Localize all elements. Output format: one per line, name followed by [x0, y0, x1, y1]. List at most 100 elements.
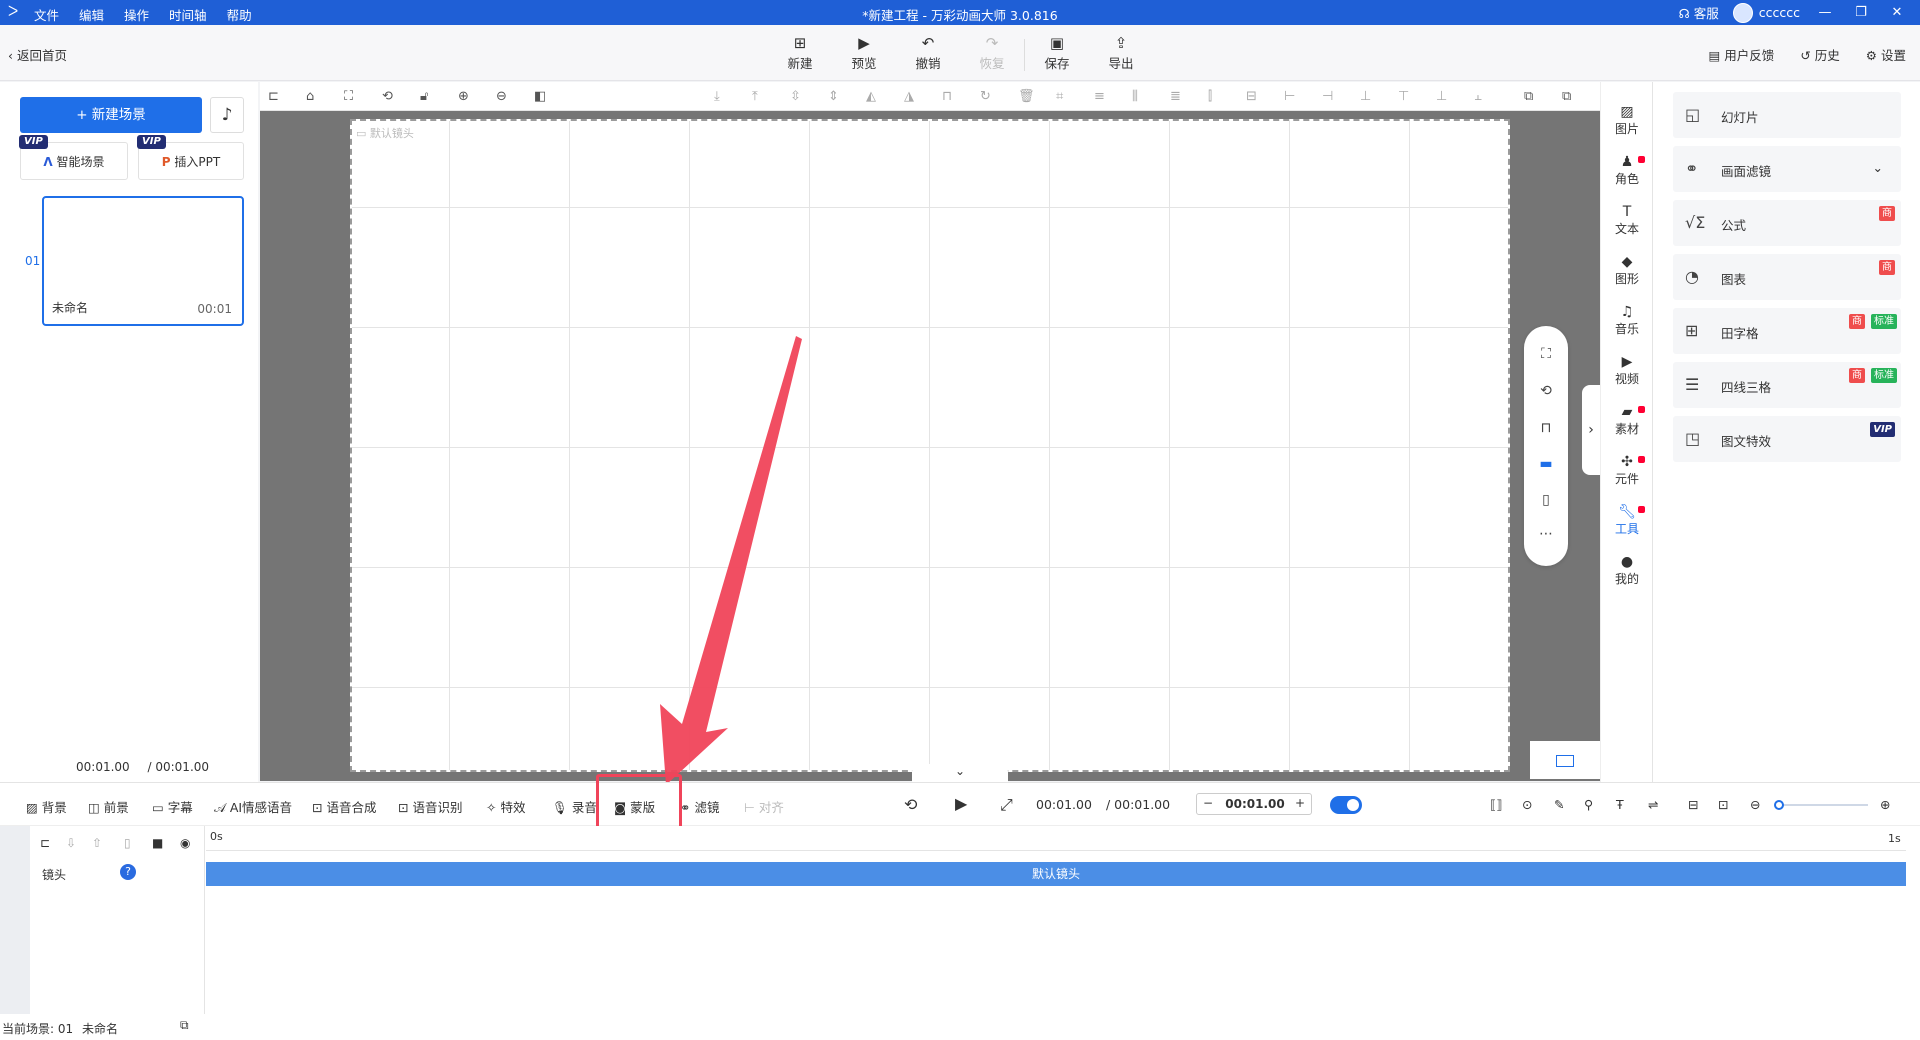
save-button[interactable]: ▣ 保存: [1025, 33, 1089, 72]
dist-right-icon[interactable]: ⊣: [1322, 89, 1333, 104]
copy-icon[interactable]: ⧉: [1524, 89, 1533, 104]
lock-icon[interactable]: ■: [152, 836, 163, 850]
zoom-in-icon[interactable]: ⊕: [458, 89, 469, 104]
panel-collapse-button[interactable]: ›: [1582, 385, 1600, 475]
edit-icon[interactable]: ✎: [1554, 797, 1564, 812]
timeline-zoom-slider[interactable]: [1774, 800, 1868, 810]
rotate-icon[interactable]: ⟲: [1524, 383, 1568, 399]
space-h-icon[interactable]: ⫿: [1208, 89, 1212, 104]
user-menu[interactable]: cccccc: [1732, 2, 1800, 23]
move-down-icon[interactable]: ⇩: [66, 836, 76, 850]
foreground-button[interactable]: ◫ 前景: [88, 797, 129, 816]
align-bottom-icon[interactable]: ⤓: [714, 89, 720, 104]
fullscreen-icon[interactable]: ⤢: [1000, 795, 1013, 815]
feedback-button[interactable]: ▤ 用户反馈: [1708, 45, 1774, 64]
reset-icon[interactable]: ↻: [980, 89, 991, 104]
desktop-icon[interactable]: ▬: [1524, 456, 1568, 472]
more-icon[interactable]: ⋯: [1524, 526, 1568, 542]
fit-icon[interactable]: ⛶: [1524, 346, 1568, 362]
crop-icon[interactable]: ⌗: [1056, 89, 1063, 104]
settings-button[interactable]: ⚙ 设置: [1866, 45, 1906, 64]
align-middle-icon[interactable]: ⇳: [790, 89, 801, 104]
nav-video[interactable]: ▶ 视频: [1601, 354, 1653, 387]
replay-icon[interactable]: ⟲: [904, 795, 917, 814]
lock-icon[interactable]: 🔓︎: [420, 89, 428, 104]
dist-center-icon[interactable]: ⊥: [1360, 89, 1371, 104]
align-left-icon[interactable]: ≡: [1094, 89, 1105, 104]
dist-top-icon[interactable]: ⊤: [1398, 89, 1409, 104]
nav-text[interactable]: T 文本: [1601, 204, 1653, 237]
slider-knob[interactable]: [1774, 800, 1784, 810]
copy-icon[interactable]: ⧉: [180, 1018, 189, 1033]
minimap[interactable]: [1530, 741, 1600, 779]
ai-voice-button[interactable]: 𝒜 AI情感语音: [214, 797, 292, 816]
distribute-icon[interactable]: ⇕: [828, 89, 839, 104]
duration-stepper[interactable]: − 00:01.00 +: [1196, 793, 1312, 815]
zoom-out-icon[interactable]: ⊖: [496, 89, 507, 104]
scene-thumbnail[interactable]: 未命名 00:01: [42, 196, 244, 326]
minimize-button[interactable]: —: [1814, 5, 1836, 20]
new-scene-button[interactable]: + 新建场景: [20, 97, 202, 133]
flip-v-icon[interactable]: ◮: [904, 89, 914, 104]
delete-icon[interactable]: ▯: [124, 836, 131, 850]
redo-button[interactable]: ↷ 恢复: [960, 33, 1024, 72]
close-button[interactable]: ✕: [1886, 5, 1908, 20]
tool-chart[interactable]: ◔ 图表 商: [1673, 254, 1901, 300]
align-center-icon[interactable]: ⫼: [1132, 89, 1138, 104]
text-format-icon[interactable]: Ŧ: [1616, 797, 1624, 812]
nav-character[interactable]: ♟ 角色: [1601, 154, 1653, 187]
nav-image[interactable]: ▨ 图片: [1601, 104, 1653, 137]
help-icon[interactable]: ?: [120, 864, 136, 880]
music-button[interactable]: ♪: [210, 97, 244, 133]
layers-icon[interactable]: ◧: [534, 89, 546, 104]
new-button[interactable]: ⊞ 新建: [768, 33, 832, 72]
fit-timeline-icon[interactable]: ⊟: [1688, 797, 1698, 812]
align-button[interactable]: ⊢ 对齐: [744, 797, 784, 816]
tool-tianzige[interactable]: ⊞ 田字格 商标准: [1673, 308, 1901, 354]
back-home-button[interactable]: ‹ 返回首页: [8, 45, 67, 64]
preview-button[interactable]: ▶ 预览: [832, 33, 896, 72]
asr-button[interactable]: ⊡ 语音识别: [398, 797, 462, 816]
subtitle-button[interactable]: ▭ 字幕: [152, 797, 193, 816]
nav-tools[interactable]: 🔧︎ 工具: [1601, 504, 1653, 537]
timeline-toggle-button[interactable]: ⌄: [912, 764, 1008, 782]
tool-four-lines[interactable]: ☰ 四线三格 商标准: [1673, 362, 1901, 408]
record-button[interactable]: 🎙︎ 录音: [552, 797, 597, 816]
one-to-one-icon[interactable]: ⊡: [1718, 797, 1728, 812]
tts-button[interactable]: ⊡ 语音合成: [312, 797, 376, 816]
tool-formula[interactable]: √Σ 公式 商: [1673, 200, 1901, 246]
flip-h-icon[interactable]: ◭: [866, 89, 876, 104]
move-up-icon[interactable]: ⇧: [92, 836, 102, 850]
dist-left-icon[interactable]: ⊢: [1284, 89, 1295, 104]
rotate-icon[interactable]: ⟲: [382, 89, 393, 104]
nav-music[interactable]: ♫ 音乐: [1601, 304, 1653, 337]
filter-button[interactable]: ⚭ 滤镜: [680, 797, 719, 816]
layout-icon[interactable]: ⊏: [268, 89, 279, 104]
undo-button[interactable]: ↶ 撤销: [896, 33, 960, 72]
paste-icon[interactable]: ⧉: [1562, 89, 1571, 104]
camera-clip[interactable]: 默认镜头: [206, 862, 1906, 886]
fit-screen-icon[interactable]: ⛶: [344, 89, 353, 104]
snapshot-icon[interactable]: ⊙: [1522, 797, 1532, 812]
tool-slideshow[interactable]: ◱ 幻灯片: [1673, 92, 1901, 138]
restore-button[interactable]: ❐: [1850, 5, 1872, 20]
history-button[interactable]: ↺ 历史: [1800, 45, 1839, 64]
background-button[interactable]: ▨ 背景: [26, 797, 67, 816]
unlock-icon[interactable]: ⊓: [942, 89, 952, 104]
align-right-icon[interactable]: ≣: [1170, 89, 1181, 104]
align-top-icon[interactable]: ⤒: [752, 89, 758, 104]
delete-icon[interactable]: 🗑︎: [1018, 89, 1035, 104]
dist-bottom-icon[interactable]: ⊥: [1436, 89, 1447, 104]
zoom-out-icon[interactable]: ⊖: [1750, 797, 1760, 812]
mobile-icon[interactable]: ▯: [1524, 492, 1568, 508]
insert-ppt-button[interactable]: VIP P 插入PPT: [137, 135, 244, 180]
support-button[interactable]: ☊ 客服: [1679, 3, 1719, 22]
nav-component[interactable]: ✣ 元件: [1601, 454, 1653, 487]
effects-button[interactable]: ✧ 特效: [486, 797, 525, 816]
zoom-in-icon[interactable]: ⊕: [1880, 797, 1890, 812]
dist-mid-icon[interactable]: ⫠: [1474, 89, 1482, 104]
play-button[interactable]: ▶: [955, 794, 967, 813]
home-icon[interactable]: ⌂: [306, 89, 314, 104]
nav-mine[interactable]: ● 我的: [1601, 554, 1653, 587]
space-v-icon[interactable]: ⊟: [1246, 89, 1257, 104]
